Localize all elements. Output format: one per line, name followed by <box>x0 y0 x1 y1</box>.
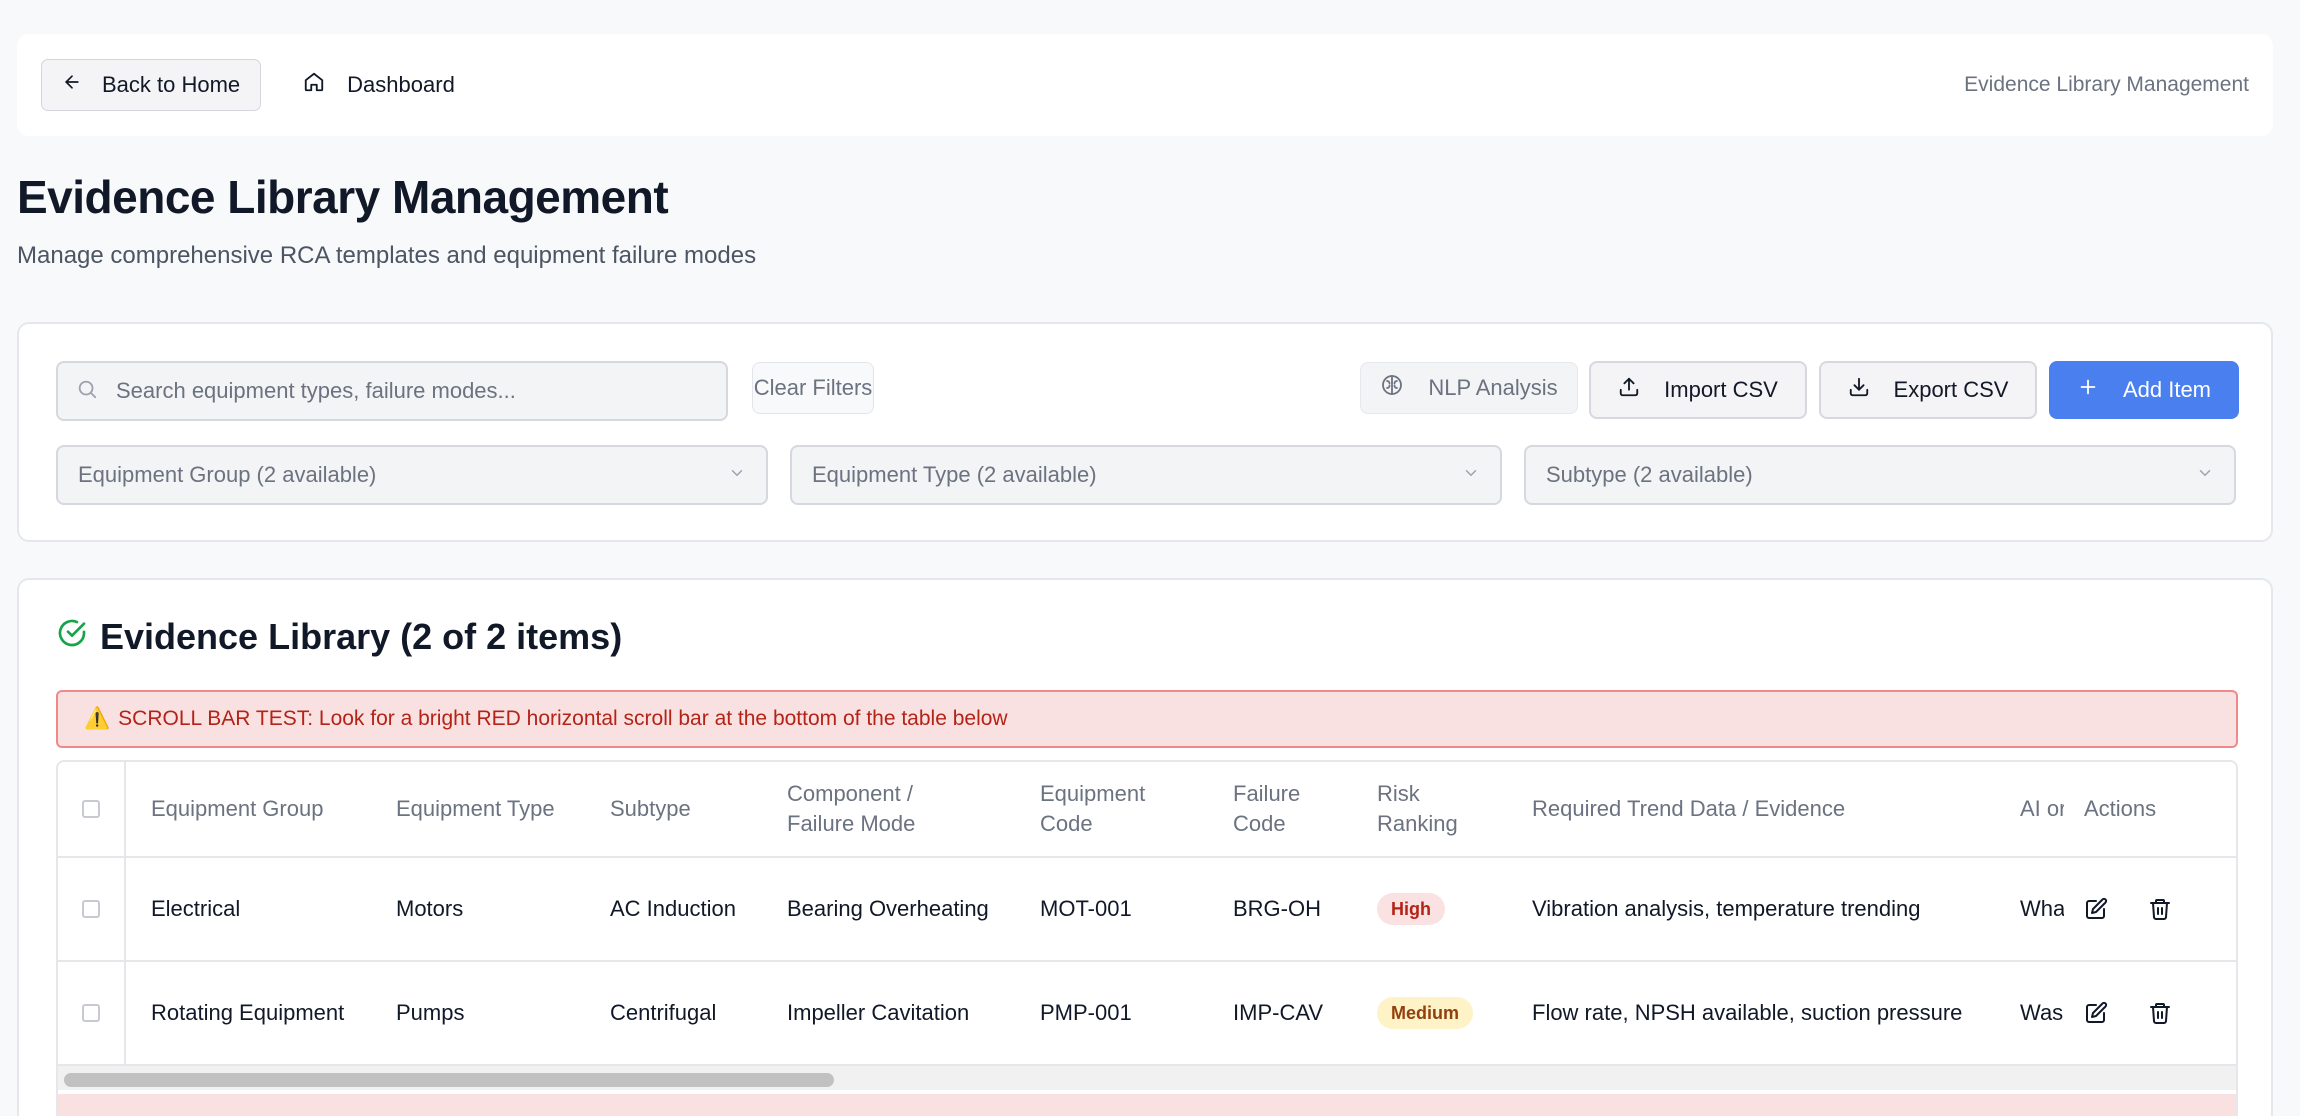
column-header-equipment-group[interactable]: Equipment Group <box>151 762 323 856</box>
subtype-value: Subtype (2 available) <box>1546 462 1753 487</box>
import-csv-button[interactable]: Import CSV <box>1589 361 1807 419</box>
page-title: Evidence Library Management <box>17 171 669 223</box>
trash-icon[interactable] <box>2144 997 2176 1029</box>
evidence-table: Equipment Group Equipment Type Subtype C… <box>56 760 2238 1116</box>
back-to-home-button[interactable]: Back to Home <box>41 59 262 111</box>
section-label: Evidence Library Management <box>1964 73 2249 96</box>
alert-text: SCROLL BAR TEST: Look for a bright RED h… <box>118 707 1008 730</box>
table-header-row: Equipment Group Equipment Type Subtype C… <box>58 762 2236 858</box>
horizontal-scrollbar[interactable] <box>58 1066 2236 1090</box>
cell-evidence: Flow rate, NPSH available, suction press… <box>1532 1000 1963 1025</box>
check-circle-icon <box>56 616 88 658</box>
subtype-select[interactable]: Subtype (2 available) <box>1524 445 2236 505</box>
cell-equipment-code: PMP-001 <box>1040 1000 1132 1025</box>
cell-equipment-group: Rotating Equipment <box>151 1000 345 1025</box>
cell-subtype: AC Induction <box>610 896 736 921</box>
column-header-ai[interactable]: AI or <box>2020 762 2064 856</box>
dashboard-label: Dashboard <box>347 72 455 97</box>
add-item-label: Add Item <box>2122 377 2212 402</box>
red-scroll-bar-test <box>58 1094 2236 1116</box>
plus-icon <box>2077 376 2099 404</box>
column-header-evidence[interactable]: Required Trend Data / Evidence <box>1532 762 1845 856</box>
risk-badge: Medium <box>1377 997 1474 1029</box>
equipment-type-value: Equipment Type (2 available) <box>812 462 1097 487</box>
scrollbar-thumb[interactable] <box>64 1073 834 1087</box>
back-to-home-label: Back to Home <box>102 72 241 97</box>
nlp-analysis-button[interactable]: NLP Analysis <box>1360 362 1578 414</box>
top-navigation-bar: Back to Home Dashboard Evidence Library … <box>17 34 2273 136</box>
cell-ai: Was <box>2020 1000 2064 1025</box>
equipment-type-select[interactable]: Equipment Type (2 available) <box>790 445 1502 505</box>
equipment-group-select[interactable]: Equipment Group (2 available) <box>56 445 768 505</box>
clear-filters-label: Clear Filters <box>753 375 873 400</box>
search-icon <box>76 378 98 405</box>
cell-evidence: Vibration analysis, temperature trending <box>1532 896 1921 921</box>
export-csv-label: Export CSV <box>1893 377 2009 402</box>
cell-failure-code: BRG-OH <box>1233 896 1321 921</box>
table-row[interactable]: Electrical Motors AC Induction Bearing O… <box>58 858 2236 962</box>
edit-icon[interactable] <box>2080 893 2112 925</box>
column-header-equipment-code[interactable]: Equipment Code <box>1040 762 1145 856</box>
cell-failure-mode: Bearing Overheating <box>787 896 989 921</box>
cell-equipment-group: Electrical <box>151 896 241 921</box>
evidence-library-panel: Evidence Library (2 of 2 items) ⚠️ SCROL… <box>17 578 2273 1116</box>
filters-panel: Clear Filters NLP Analysis Import CSV Ex… <box>17 322 2273 542</box>
cell-equipment-type: Pumps <box>396 1000 465 1025</box>
chevron-down-icon <box>2196 462 2214 488</box>
nlp-analysis-label: NLP Analysis <box>1428 375 1558 400</box>
search-input[interactable] <box>116 378 676 404</box>
library-header: Evidence Library (2 of 2 items) <box>56 616 622 658</box>
trash-icon[interactable] <box>2144 893 2176 925</box>
warning-icon: ⚠️ <box>84 707 111 730</box>
cell-equipment-type: Motors <box>396 896 464 921</box>
column-header-equipment-type[interactable]: Equipment Type <box>396 762 555 856</box>
arrow-left-icon <box>62 72 82 98</box>
home-icon <box>303 71 325 99</box>
dashboard-link[interactable]: Dashboard <box>303 71 455 99</box>
clear-filters-button[interactable]: Clear Filters <box>752 362 874 414</box>
add-item-button[interactable]: Add Item <box>2049 361 2239 419</box>
column-header-subtype[interactable]: Subtype <box>610 762 691 856</box>
edit-icon[interactable] <box>2080 997 2112 1029</box>
scroll-test-alert: ⚠️ SCROLL BAR TEST: Look for a bright RE… <box>56 690 2238 748</box>
chevron-down-icon <box>728 462 746 488</box>
row-checkbox[interactable] <box>82 900 100 918</box>
cell-equipment-code: MOT-001 <box>1040 896 1132 921</box>
upload-icon <box>1618 376 1640 404</box>
search-box[interactable] <box>56 361 728 421</box>
import-csv-label: Import CSV <box>1664 377 1778 402</box>
export-csv-button[interactable]: Export CSV <box>1819 361 2037 419</box>
download-icon <box>1848 376 1870 404</box>
library-title: Evidence Library (2 of 2 items) <box>100 616 623 657</box>
risk-badge: High <box>1377 893 1445 925</box>
row-checkbox[interactable] <box>82 1004 100 1022</box>
column-header-failure-mode[interactable]: Component / Failure Mode <box>787 762 915 856</box>
table-row[interactable]: Rotating Equipment Pumps Centrifugal Imp… <box>58 962 2236 1066</box>
equipment-group-value: Equipment Group (2 available) <box>78 462 377 487</box>
column-header-risk-ranking[interactable]: Risk Ranking <box>1377 762 1458 856</box>
row-actions <box>2064 962 2236 1064</box>
column-header-failure-code[interactable]: Failure Code <box>1233 762 1300 856</box>
brain-icon <box>1380 373 1404 403</box>
select-all-checkbox[interactable] <box>82 800 100 818</box>
chevron-down-icon <box>1462 462 1480 488</box>
cell-subtype: Centrifugal <box>610 1000 717 1025</box>
column-header-actions: Actions <box>2064 762 2236 856</box>
cell-ai: What <box>2020 896 2064 921</box>
cell-failure-mode: Impeller Cavitation <box>787 1000 970 1025</box>
cell-failure-code: IMP-CAV <box>1233 1000 1324 1025</box>
page-subtitle: Manage comprehensive RCA templates and e… <box>17 242 757 269</box>
row-actions <box>2064 858 2236 960</box>
